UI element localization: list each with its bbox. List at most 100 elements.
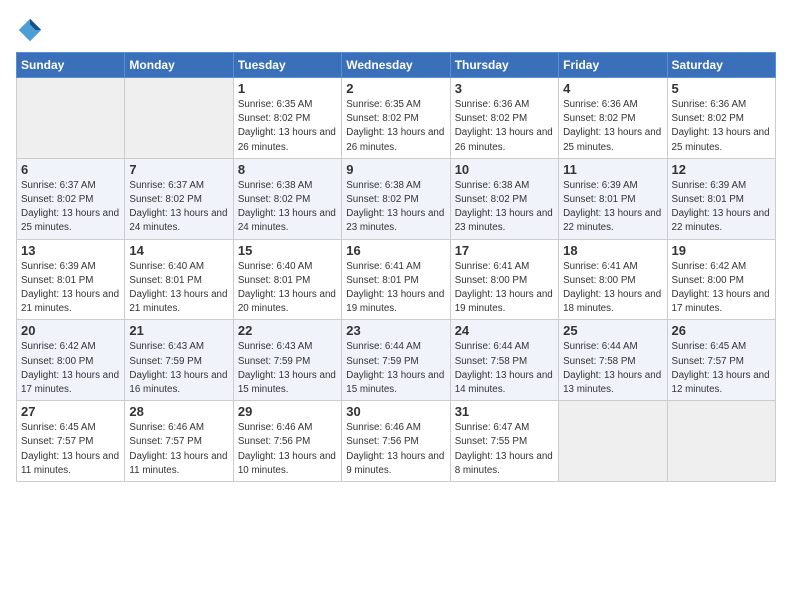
day-number: 8 bbox=[238, 162, 337, 177]
day-number: 9 bbox=[346, 162, 445, 177]
day-header-wednesday: Wednesday bbox=[342, 53, 450, 78]
calendar-cell: 18 Sunrise: 6:41 AM Sunset: 8:00 PM Dayli… bbox=[559, 239, 667, 320]
day-number: 29 bbox=[238, 404, 337, 419]
day-number: 27 bbox=[21, 404, 120, 419]
day-number: 20 bbox=[21, 323, 120, 338]
day-number: 18 bbox=[563, 243, 662, 258]
day-info: Sunrise: 6:45 AM Sunset: 7:57 PM Dayligh… bbox=[21, 421, 120, 478]
calendar-cell bbox=[559, 401, 667, 482]
day-number: 26 bbox=[672, 323, 771, 338]
calendar-cell: 10Sunrise: 6:38 AM Sunset: 8:02 PM Dayli… bbox=[450, 158, 558, 239]
day-number: 5 bbox=[672, 81, 771, 96]
calendar-header-row: SundayMondayTuesdayWednesdayThursdayFrid… bbox=[17, 53, 776, 78]
calendar-cell: 20 Sunrise: 6:42 AM Sunset: 8:00 PM Dayli… bbox=[17, 320, 125, 401]
day-info: Sunrise: 6:41 AM Sunset: 8:00 PM Dayligh… bbox=[563, 260, 662, 317]
calendar-cell: 15 Sunrise: 6:40 AM Sunset: 8:01 PM Dayli… bbox=[233, 239, 341, 320]
day-info: Sunrise: 6:40 AM Sunset: 8:01 PM Dayligh… bbox=[238, 260, 337, 317]
day-number: 2 bbox=[346, 81, 445, 96]
day-info: Sunrise: 6:36 AM Sunset: 8:02 PM Dayligh… bbox=[455, 98, 554, 155]
calendar-cell: 5 Sunrise: 6:36 AM Sunset: 8:02 PM Daylig… bbox=[667, 78, 775, 159]
calendar-cell: 19 Sunrise: 6:42 AM Sunset: 8:00 PM Dayli… bbox=[667, 239, 775, 320]
calendar-cell: 23 Sunrise: 6:44 AM Sunset: 7:59 PM Dayli… bbox=[342, 320, 450, 401]
calendar-cell: 2 Sunrise: 6:35 AM Sunset: 8:02 PM Daylig… bbox=[342, 78, 450, 159]
day-header-thursday: Thursday bbox=[450, 53, 558, 78]
calendar-cell: 27 Sunrise: 6:45 AM Sunset: 7:57 PM Dayli… bbox=[17, 401, 125, 482]
day-info: Sunrise: 6:43 AM Sunset: 7:59 PM Dayligh… bbox=[129, 340, 228, 397]
logo-icon bbox=[16, 16, 44, 44]
day-number: 28 bbox=[129, 404, 228, 419]
calendar-cell: 13 Sunrise: 6:39 AM Sunset: 8:01 PM Dayli… bbox=[17, 239, 125, 320]
day-number: 13 bbox=[21, 243, 120, 258]
calendar-week-5: 27 Sunrise: 6:45 AM Sunset: 7:57 PM Dayli… bbox=[17, 401, 776, 482]
day-info: Sunrise: 6:46 AM Sunset: 7:56 PM Dayligh… bbox=[346, 421, 445, 478]
day-info: Sunrise: 6:44 AM Sunset: 7:59 PM Dayligh… bbox=[346, 340, 445, 397]
day-info: Sunrise: 6:42 AM Sunset: 8:00 PM Dayligh… bbox=[672, 260, 771, 317]
day-header-saturday: Saturday bbox=[667, 53, 775, 78]
day-info: Sunrise: 6:44 AM Sunset: 7:58 PM Dayligh… bbox=[563, 340, 662, 397]
day-info: Sunrise: 6:37 AM Sunset: 8:02 PM Dayligh… bbox=[21, 179, 120, 236]
calendar-table: SundayMondayTuesdayWednesdayThursdayFrid… bbox=[16, 52, 776, 482]
day-header-friday: Friday bbox=[559, 53, 667, 78]
day-info: Sunrise: 6:39 AM Sunset: 8:01 PM Dayligh… bbox=[672, 179, 771, 236]
day-number: 4 bbox=[563, 81, 662, 96]
calendar-cell: 26Sunrise: 6:45 AM Sunset: 7:57 PM Dayli… bbox=[667, 320, 775, 401]
day-number: 16 bbox=[346, 243, 445, 258]
day-number: 1 bbox=[238, 81, 337, 96]
day-info: Sunrise: 6:47 AM Sunset: 7:55 PM Dayligh… bbox=[455, 421, 554, 478]
day-info: Sunrise: 6:35 AM Sunset: 8:02 PM Dayligh… bbox=[238, 98, 337, 155]
day-info: Sunrise: 6:41 AM Sunset: 8:01 PM Dayligh… bbox=[346, 260, 445, 317]
day-info: Sunrise: 6:38 AM Sunset: 8:02 PM Dayligh… bbox=[455, 179, 554, 236]
calendar-cell: 8 Sunrise: 6:38 AM Sunset: 8:02 PM Daylig… bbox=[233, 158, 341, 239]
day-number: 15 bbox=[238, 243, 337, 258]
day-info: Sunrise: 6:35 AM Sunset: 8:02 PM Dayligh… bbox=[346, 98, 445, 155]
calendar-cell: 7Sunrise: 6:37 AM Sunset: 8:02 PM Daylig… bbox=[125, 158, 233, 239]
calendar-cell: 4 Sunrise: 6:36 AM Sunset: 8:02 PM Daylig… bbox=[559, 78, 667, 159]
calendar-cell: 16 Sunrise: 6:41 AM Sunset: 8:01 PM Dayli… bbox=[342, 239, 450, 320]
day-info: Sunrise: 6:39 AM Sunset: 8:01 PM Dayligh… bbox=[21, 260, 120, 317]
day-number: 14 bbox=[129, 243, 228, 258]
day-header-tuesday: Tuesday bbox=[233, 53, 341, 78]
day-number: 12 bbox=[672, 162, 771, 177]
day-info: Sunrise: 6:38 AM Sunset: 8:02 PM Dayligh… bbox=[346, 179, 445, 236]
calendar-cell: 24Sunrise: 6:44 AM Sunset: 7:58 PM Dayli… bbox=[450, 320, 558, 401]
calendar-cell bbox=[667, 401, 775, 482]
calendar-cell: 30 Sunrise: 6:46 AM Sunset: 7:56 PM Dayli… bbox=[342, 401, 450, 482]
calendar-week-1: 1 Sunrise: 6:35 AM Sunset: 8:02 PM Daylig… bbox=[17, 78, 776, 159]
page-header bbox=[16, 16, 776, 44]
calendar-cell: 31 Sunrise: 6:47 AM Sunset: 7:55 PM Dayli… bbox=[450, 401, 558, 482]
day-number: 30 bbox=[346, 404, 445, 419]
calendar-cell: 11 Sunrise: 6:39 AM Sunset: 8:01 PM Dayli… bbox=[559, 158, 667, 239]
day-info: Sunrise: 6:38 AM Sunset: 8:02 PM Dayligh… bbox=[238, 179, 337, 236]
calendar-cell: 25 Sunrise: 6:44 AM Sunset: 7:58 PM Dayli… bbox=[559, 320, 667, 401]
calendar-cell: 6 Sunrise: 6:37 AM Sunset: 8:02 PM Daylig… bbox=[17, 158, 125, 239]
day-number: 21 bbox=[129, 323, 228, 338]
day-number: 19 bbox=[672, 243, 771, 258]
calendar-cell: 29 Sunrise: 6:46 AM Sunset: 7:56 PM Dayli… bbox=[233, 401, 341, 482]
day-number: 3 bbox=[455, 81, 554, 96]
day-info: Sunrise: 6:46 AM Sunset: 7:56 PM Dayligh… bbox=[238, 421, 337, 478]
calendar-cell: 14 Sunrise: 6:40 AM Sunset: 8:01 PM Dayli… bbox=[125, 239, 233, 320]
day-info: Sunrise: 6:42 AM Sunset: 8:00 PM Dayligh… bbox=[21, 340, 120, 397]
day-number: 23 bbox=[346, 323, 445, 338]
day-info: Sunrise: 6:36 AM Sunset: 8:02 PM Dayligh… bbox=[563, 98, 662, 155]
day-number: 6 bbox=[21, 162, 120, 177]
day-number: 24 bbox=[455, 323, 554, 338]
day-info: Sunrise: 6:43 AM Sunset: 7:59 PM Dayligh… bbox=[238, 340, 337, 397]
day-number: 11 bbox=[563, 162, 662, 177]
calendar-cell bbox=[125, 78, 233, 159]
day-info: Sunrise: 6:36 AM Sunset: 8:02 PM Dayligh… bbox=[672, 98, 771, 155]
day-info: Sunrise: 6:39 AM Sunset: 8:01 PM Dayligh… bbox=[563, 179, 662, 236]
day-info: Sunrise: 6:41 AM Sunset: 8:00 PM Dayligh… bbox=[455, 260, 554, 317]
calendar-cell: 12 Sunrise: 6:39 AM Sunset: 8:01 PM Dayli… bbox=[667, 158, 775, 239]
day-number: 31 bbox=[455, 404, 554, 419]
day-number: 25 bbox=[563, 323, 662, 338]
calendar-cell: 21 Sunrise: 6:43 AM Sunset: 7:59 PM Dayli… bbox=[125, 320, 233, 401]
day-info: Sunrise: 6:40 AM Sunset: 8:01 PM Dayligh… bbox=[129, 260, 228, 317]
day-header-monday: Monday bbox=[125, 53, 233, 78]
day-header-sunday: Sunday bbox=[17, 53, 125, 78]
calendar-cell: 28Sunrise: 6:46 AM Sunset: 7:57 PM Dayli… bbox=[125, 401, 233, 482]
calendar-cell: 22Sunrise: 6:43 AM Sunset: 7:59 PM Dayli… bbox=[233, 320, 341, 401]
calendar-cell: 1 Sunrise: 6:35 AM Sunset: 8:02 PM Daylig… bbox=[233, 78, 341, 159]
logo bbox=[16, 16, 48, 44]
day-info: Sunrise: 6:37 AM Sunset: 8:02 PM Dayligh… bbox=[129, 179, 228, 236]
